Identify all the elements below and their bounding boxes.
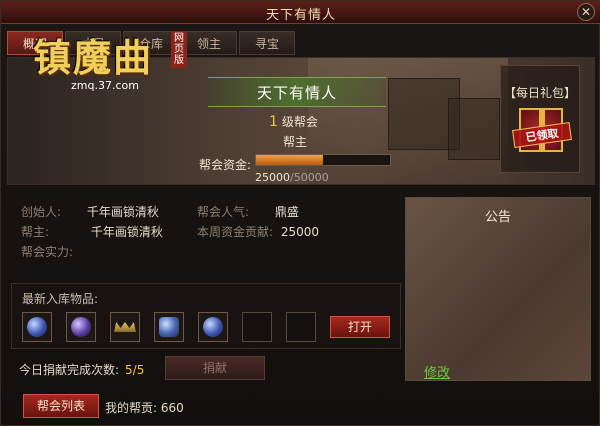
item-slot[interactable]	[154, 312, 184, 342]
announcement-title: 公告	[484, 210, 511, 225]
popularity-label: 帮会人气:	[197, 205, 250, 219]
founder-row: 创始人: 千年画锁清秋	[21, 203, 159, 221]
my-contribution: 我的帮贡: 660	[105, 399, 184, 416]
guild-window: 天下有情人 ✕ 概况 成员 仓库 领主 寻宝 镇魔曲 网页版 zmq.37.co…	[0, 0, 600, 426]
founder-value: 千年画锁清秋	[86, 205, 159, 219]
guild-level: 1 级帮会	[269, 113, 318, 130]
daily-gift-panel[interactable]: 【每日礼包】 已领取	[500, 65, 580, 173]
banner-building	[448, 98, 500, 160]
item-slot[interactable]	[22, 312, 52, 342]
item-slot[interactable]	[198, 312, 228, 342]
edit-announcement-link[interactable]: 修改	[424, 362, 450, 381]
guild-list-button[interactable]: 帮会列表	[23, 394, 99, 418]
popularity-value: 鼎盛	[274, 205, 299, 219]
funds-max: /50000	[290, 171, 329, 184]
blue-gem-item-icon	[203, 317, 223, 337]
title-bar: 天下有情人 ✕	[1, 1, 600, 24]
purple-ring-item-icon	[71, 317, 91, 337]
funds-progress-fill	[256, 155, 323, 165]
item-slot[interactable]	[110, 312, 140, 342]
strength-label: 帮会实力:	[21, 245, 74, 259]
blue-gem-item-icon	[27, 317, 47, 337]
tab-treasure[interactable]: 寻宝	[239, 31, 295, 55]
founder-label: 创始人:	[21, 205, 62, 219]
open-warehouse-button[interactable]: 打开	[330, 316, 390, 338]
level-number: 1	[269, 114, 278, 130]
item-slot[interactable]	[66, 312, 96, 342]
daily-gift-title: 【每日礼包】	[503, 86, 576, 100]
guild-name: 天下有情人	[256, 84, 337, 102]
leader-row: 帮主: 千年画锁清秋	[21, 223, 163, 241]
close-icon[interactable]: ✕	[577, 3, 595, 21]
contribution-value: 660	[160, 401, 184, 415]
leader-label: 帮主:	[21, 225, 50, 239]
weekly-label: 本周资金贡献:	[197, 225, 274, 239]
recent-items-panel: 最新入库物品: 打开	[11, 283, 401, 349]
contribution-label: 我的帮贡:	[105, 401, 158, 415]
donate-button[interactable]: 捐献	[165, 356, 265, 380]
donate-status: 今日捐献完成次数: 5/5	[19, 361, 144, 378]
donate-label: 今日捐献完成次数:	[19, 363, 120, 377]
empty-item-slot[interactable]	[242, 312, 272, 342]
scepter-item-icon	[159, 317, 179, 337]
weekly-value: 25000	[280, 225, 320, 239]
empty-item-slot[interactable]	[286, 312, 316, 342]
recent-items-title: 最新入库物品:	[22, 292, 99, 306]
window-title: 天下有情人	[265, 8, 336, 23]
gold-crown-item-icon	[114, 322, 136, 332]
level-text: 级帮会	[281, 115, 318, 129]
logo-subtitle: 网页版	[171, 31, 187, 68]
funds-value: 25000/50000	[255, 171, 329, 184]
player-role: 帮主	[283, 135, 308, 149]
donate-count: 5/5	[125, 363, 145, 377]
funds-progress-bar	[255, 154, 391, 166]
game-logo: 镇魔曲 网页版 zmq.37.com	[33, 27, 193, 97]
announcement-panel: 公告 修改	[405, 197, 591, 381]
funds-label: 帮会资金:	[199, 158, 252, 172]
logo-title: 镇魔曲	[33, 35, 154, 80]
guild-name-bar: 天下有情人	[208, 77, 386, 107]
popularity-row: 帮会人气: 鼎盛	[197, 203, 299, 221]
guild-info: 创始人: 千年画锁清秋 帮会人气: 鼎盛 帮主: 千年画锁清秋 本周资金贡献: …	[11, 197, 401, 277]
logo-url: zmq.37.com	[71, 79, 139, 92]
strength-row: 帮会实力:	[21, 243, 73, 261]
leader-value: 千年画锁清秋	[90, 225, 163, 239]
funds-current: 25000	[255, 171, 290, 184]
weekly-row: 本周资金贡献: 25000	[197, 223, 319, 241]
